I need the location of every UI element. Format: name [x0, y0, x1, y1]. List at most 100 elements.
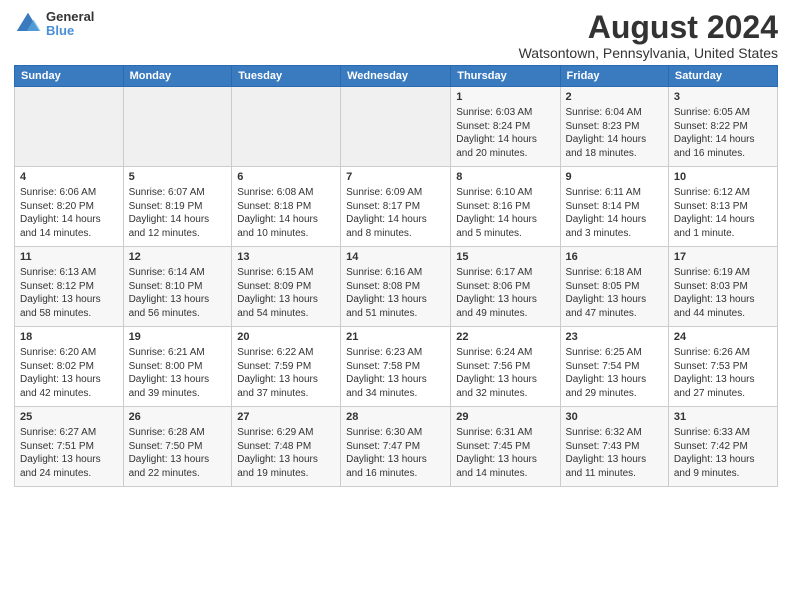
- logo-line2: Blue: [46, 24, 94, 38]
- day-info: and 1 minute.: [674, 227, 772, 241]
- day-info: and 24 minutes.: [20, 467, 118, 481]
- title-block: August 2024 Watsontown, Pennsylvania, Un…: [519, 10, 778, 61]
- day-info: and 19 minutes.: [237, 467, 335, 481]
- day-info: and 39 minutes.: [129, 387, 227, 401]
- calendar-cell: 14Sunrise: 6:16 AMSunset: 8:08 PMDayligh…: [341, 247, 451, 327]
- day-info: Sunset: 8:08 PM: [346, 280, 445, 294]
- day-info: Daylight: 14 hours: [237, 213, 335, 227]
- day-info: Sunset: 8:03 PM: [674, 280, 772, 294]
- day-info: Daylight: 13 hours: [674, 373, 772, 387]
- day-info: Sunrise: 6:08 AM: [237, 186, 335, 200]
- day-info: Sunset: 8:16 PM: [456, 200, 554, 214]
- day-info: Sunrise: 6:20 AM: [20, 346, 118, 360]
- day-info: and 3 minutes.: [566, 227, 663, 241]
- calendar-cell: 3Sunrise: 6:05 AMSunset: 8:22 PMDaylight…: [668, 87, 777, 167]
- day-info: Daylight: 13 hours: [346, 293, 445, 307]
- day-info: and 58 minutes.: [20, 307, 118, 321]
- day-number: 6: [237, 170, 335, 185]
- day-info: Sunset: 7:54 PM: [566, 360, 663, 374]
- day-info: Daylight: 14 hours: [346, 213, 445, 227]
- calendar-cell: 22Sunrise: 6:24 AMSunset: 7:56 PMDayligh…: [451, 327, 560, 407]
- day-info: and 47 minutes.: [566, 307, 663, 321]
- day-info: Daylight: 14 hours: [456, 213, 554, 227]
- day-info: Sunset: 8:13 PM: [674, 200, 772, 214]
- day-number: 12: [129, 250, 227, 265]
- day-info: and 16 minutes.: [346, 467, 445, 481]
- day-info: Sunrise: 6:11 AM: [566, 186, 663, 200]
- day-number: 15: [456, 250, 554, 265]
- day-info: Sunset: 7:48 PM: [237, 440, 335, 454]
- day-number: 16: [566, 250, 663, 265]
- day-info: Sunset: 7:51 PM: [20, 440, 118, 454]
- calendar-cell: [15, 87, 124, 167]
- calendar-header-row: SundayMondayTuesdayWednesdayThursdayFrid…: [15, 66, 778, 87]
- day-info: and 8 minutes.: [346, 227, 445, 241]
- calendar-cell: 2Sunrise: 6:04 AMSunset: 8:23 PMDaylight…: [560, 87, 668, 167]
- day-number: 14: [346, 250, 445, 265]
- calendar-cell: 31Sunrise: 6:33 AMSunset: 7:42 PMDayligh…: [668, 407, 777, 487]
- calendar-cell: [123, 87, 232, 167]
- calendar-cell: 13Sunrise: 6:15 AMSunset: 8:09 PMDayligh…: [232, 247, 341, 327]
- day-info: Sunrise: 6:26 AM: [674, 346, 772, 360]
- day-info: Sunset: 8:18 PM: [237, 200, 335, 214]
- day-info: Sunset: 8:19 PM: [129, 200, 227, 214]
- day-info: Sunrise: 6:21 AM: [129, 346, 227, 360]
- day-header-friday: Friday: [560, 66, 668, 87]
- calendar-cell: 29Sunrise: 6:31 AMSunset: 7:45 PMDayligh…: [451, 407, 560, 487]
- day-info: Daylight: 13 hours: [20, 293, 118, 307]
- calendar-cell: 27Sunrise: 6:29 AMSunset: 7:48 PMDayligh…: [232, 407, 341, 487]
- day-info: Daylight: 13 hours: [566, 293, 663, 307]
- calendar-week-1: 1Sunrise: 6:03 AMSunset: 8:24 PMDaylight…: [15, 87, 778, 167]
- calendar-cell: 21Sunrise: 6:23 AMSunset: 7:58 PMDayligh…: [341, 327, 451, 407]
- day-info: Daylight: 14 hours: [566, 213, 663, 227]
- day-info: and 51 minutes.: [346, 307, 445, 321]
- day-info: Daylight: 13 hours: [20, 453, 118, 467]
- calendar-cell: 25Sunrise: 6:27 AMSunset: 7:51 PMDayligh…: [15, 407, 124, 487]
- day-info: Sunset: 7:58 PM: [346, 360, 445, 374]
- day-info: Daylight: 13 hours: [346, 453, 445, 467]
- calendar-body: 1Sunrise: 6:03 AMSunset: 8:24 PMDaylight…: [15, 87, 778, 487]
- calendar-cell: 4Sunrise: 6:06 AMSunset: 8:20 PMDaylight…: [15, 167, 124, 247]
- day-info: Sunrise: 6:14 AM: [129, 266, 227, 280]
- day-info: Sunset: 8:20 PM: [20, 200, 118, 214]
- day-number: 31: [674, 410, 772, 425]
- day-info: and 16 minutes.: [674, 147, 772, 161]
- day-number: 27: [237, 410, 335, 425]
- day-info: Sunrise: 6:33 AM: [674, 426, 772, 440]
- day-info: Sunrise: 6:12 AM: [674, 186, 772, 200]
- calendar-cell: 10Sunrise: 6:12 AMSunset: 8:13 PMDayligh…: [668, 167, 777, 247]
- day-info: Daylight: 13 hours: [237, 373, 335, 387]
- day-info: Sunrise: 6:15 AM: [237, 266, 335, 280]
- day-info: Sunset: 7:59 PM: [237, 360, 335, 374]
- calendar-cell: 30Sunrise: 6:32 AMSunset: 7:43 PMDayligh…: [560, 407, 668, 487]
- day-info: Sunset: 7:42 PM: [674, 440, 772, 454]
- day-number: 7: [346, 170, 445, 185]
- day-info: Sunrise: 6:27 AM: [20, 426, 118, 440]
- day-info: Sunset: 8:24 PM: [456, 120, 554, 134]
- day-info: Daylight: 13 hours: [566, 453, 663, 467]
- calendar-week-3: 11Sunrise: 6:13 AMSunset: 8:12 PMDayligh…: [15, 247, 778, 327]
- day-header-sunday: Sunday: [15, 66, 124, 87]
- day-number: 29: [456, 410, 554, 425]
- calendar-cell: 7Sunrise: 6:09 AMSunset: 8:17 PMDaylight…: [341, 167, 451, 247]
- calendar-cell: 16Sunrise: 6:18 AMSunset: 8:05 PMDayligh…: [560, 247, 668, 327]
- day-info: Daylight: 13 hours: [566, 373, 663, 387]
- day-info: Sunrise: 6:06 AM: [20, 186, 118, 200]
- day-info: and 54 minutes.: [237, 307, 335, 321]
- day-number: 5: [129, 170, 227, 185]
- day-info: Sunrise: 6:25 AM: [566, 346, 663, 360]
- day-info: Sunset: 8:09 PM: [237, 280, 335, 294]
- day-number: 3: [674, 90, 772, 105]
- day-info: Daylight: 13 hours: [674, 293, 772, 307]
- day-number: 10: [674, 170, 772, 185]
- day-info: Sunrise: 6:32 AM: [566, 426, 663, 440]
- day-info: Daylight: 14 hours: [674, 213, 772, 227]
- calendar-cell: 17Sunrise: 6:19 AMSunset: 8:03 PMDayligh…: [668, 247, 777, 327]
- day-info: Sunrise: 6:30 AM: [346, 426, 445, 440]
- day-info: Sunset: 8:10 PM: [129, 280, 227, 294]
- calendar-cell: 20Sunrise: 6:22 AMSunset: 7:59 PMDayligh…: [232, 327, 341, 407]
- day-info: Sunrise: 6:28 AM: [129, 426, 227, 440]
- calendar-cell: 5Sunrise: 6:07 AMSunset: 8:19 PMDaylight…: [123, 167, 232, 247]
- calendar-cell: 8Sunrise: 6:10 AMSunset: 8:16 PMDaylight…: [451, 167, 560, 247]
- day-info: Sunset: 8:12 PM: [20, 280, 118, 294]
